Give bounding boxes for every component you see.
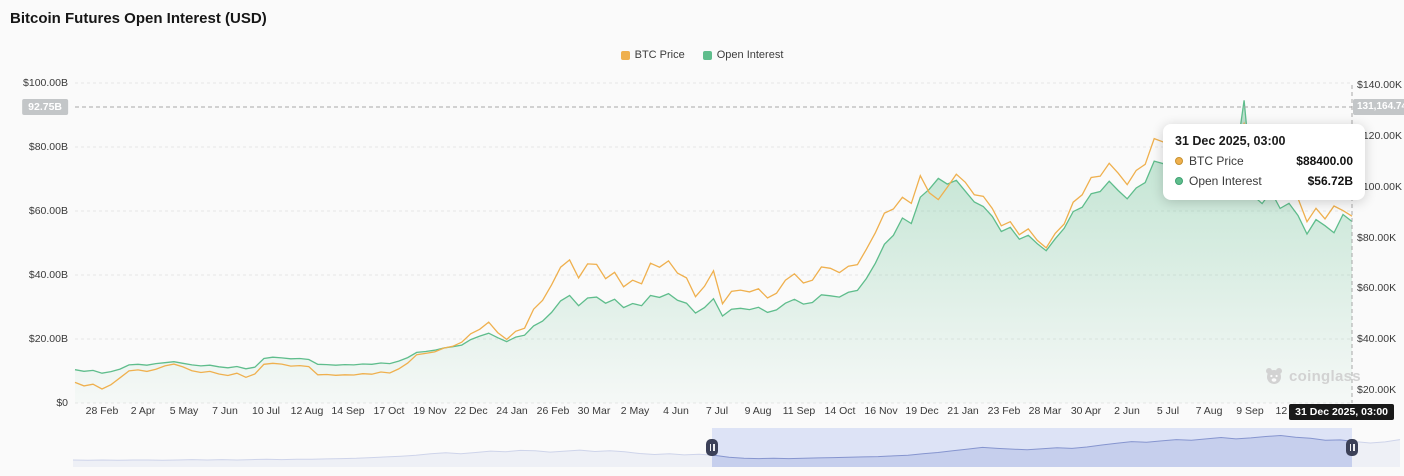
x-axis-tick-label: 16 Nov bbox=[864, 405, 898, 417]
x-axis-tick-label: 12 Aug bbox=[290, 405, 324, 417]
x-axis-tick-label: 5 May bbox=[169, 405, 199, 417]
left-axis-label: $40.00B bbox=[28, 269, 68, 281]
legend-label-btc-price: BTC Price bbox=[634, 49, 685, 61]
x-axis-crosshair-badge: 31 Dec 2025, 03:00 bbox=[1289, 404, 1394, 420]
navigator-right-handle[interactable] bbox=[1346, 439, 1358, 456]
x-axis-tick-label: 17 Oct bbox=[373, 405, 405, 417]
x-axis-tick-label: 19 Nov bbox=[413, 405, 447, 417]
x-axis-tick-label: 9 Aug bbox=[744, 405, 772, 417]
open-interest-swatch-icon bbox=[702, 50, 712, 60]
tooltip-row-open-interest: Open Interest $56.72B bbox=[1175, 174, 1353, 188]
navigator-dim-left bbox=[73, 428, 712, 467]
left-axis-label: $100.00B bbox=[23, 77, 68, 89]
coinglass-logo-icon bbox=[1266, 368, 1282, 384]
chart-card: Bitcoin Futures Open Interest (USD) BTC … bbox=[0, 0, 1404, 476]
x-axis-tick-label: 5 Jul bbox=[1156, 405, 1180, 417]
x-axis-tick-label: 21 Jan bbox=[947, 405, 979, 417]
x-axis-tick-label: 28 Feb bbox=[85, 405, 119, 417]
btc-price-swatch-icon bbox=[620, 50, 630, 60]
x-axis-tick-label: 28 Mar bbox=[1028, 405, 1062, 417]
btc-price-dot-icon bbox=[1175, 157, 1183, 165]
coinglass-watermark: coinglass bbox=[1264, 366, 1361, 386]
right-axis-crosshair-badge: 131,164.74 bbox=[1353, 99, 1404, 115]
x-axis-tick-label: 4 Jun bbox=[663, 405, 689, 417]
x-axis-tick-label: 7 Jun bbox=[212, 405, 238, 417]
navigator-left-handle[interactable] bbox=[706, 439, 718, 456]
x-axis-tick-label: 19 Dec bbox=[905, 405, 939, 417]
right-axis-label: $140.00K bbox=[1357, 79, 1402, 91]
x-axis-tick-label: 23 Feb bbox=[987, 405, 1021, 417]
x-axis-tick-label: 24 Jan bbox=[496, 405, 528, 417]
right-axis-label: $80.00K bbox=[1357, 232, 1397, 244]
tooltip-row-btc-price: BTC Price $88400.00 bbox=[1175, 154, 1353, 168]
x-axis-tick-label: 30 Apr bbox=[1070, 405, 1102, 417]
tooltip-title: 31 Dec 2025, 03:00 bbox=[1175, 134, 1286, 148]
tooltip-label-btc-price: BTC Price bbox=[1189, 154, 1244, 168]
left-axis-label: $0 bbox=[56, 397, 68, 409]
right-axis-label: $20.00K bbox=[1357, 384, 1397, 396]
x-axis-tick-label: 7 Jul bbox=[705, 405, 729, 417]
right-axis-label: $40.00K bbox=[1357, 333, 1397, 345]
x-axis-tick-label: 26 Feb bbox=[536, 405, 570, 417]
tooltip-value-open-interest: $56.72B bbox=[1307, 174, 1353, 188]
x-axis-tick-label: 22 Dec bbox=[454, 405, 488, 417]
x-axis-tick-label: 9 Sep bbox=[1236, 405, 1264, 417]
open-interest-dot-icon bbox=[1175, 177, 1183, 185]
navigator-dim-right bbox=[1352, 428, 1400, 467]
legend-item-open-interest[interactable]: Open Interest bbox=[702, 49, 784, 61]
x-axis-tick-label: 2 Apr bbox=[130, 405, 156, 417]
chart-tooltip: 31 Dec 2025, 03:00 BTC Price $88400.00 O… bbox=[1163, 124, 1365, 200]
legend-label-open-interest: Open Interest bbox=[716, 49, 784, 61]
left-axis-label: $60.00B bbox=[28, 205, 68, 217]
tooltip-label-open-interest: Open Interest bbox=[1189, 174, 1262, 188]
x-axis-tick-label: 14 Oct bbox=[824, 405, 856, 417]
x-axis-tick-label: 2 May bbox=[620, 405, 650, 417]
chart-canvas[interactable] bbox=[0, 0, 1404, 476]
legend: BTC Price Open Interest bbox=[0, 49, 1404, 61]
right-axis-label: $60.00K bbox=[1357, 282, 1397, 294]
x-axis-tick-label: 7 Aug bbox=[1195, 405, 1223, 417]
x-axis-tick-label: 11 Sep bbox=[782, 405, 816, 417]
x-axis-tick-label: 2 Jun bbox=[1114, 405, 1140, 417]
watermark-text: coinglass bbox=[1289, 367, 1361, 385]
left-axis-crosshair-badge: 92.75B bbox=[22, 99, 68, 115]
x-axis-tick-label: 14 Sep bbox=[331, 405, 365, 417]
tooltip-value-btc-price: $88400.00 bbox=[1296, 154, 1353, 168]
legend-item-btc-price[interactable]: BTC Price bbox=[620, 49, 685, 61]
x-axis-tick-label: 30 Mar bbox=[577, 405, 611, 417]
left-axis-label: $20.00B bbox=[28, 333, 68, 345]
x-axis-tick-label: 10 Jul bbox=[251, 405, 281, 417]
left-axis-label: $80.00B bbox=[28, 141, 68, 153]
